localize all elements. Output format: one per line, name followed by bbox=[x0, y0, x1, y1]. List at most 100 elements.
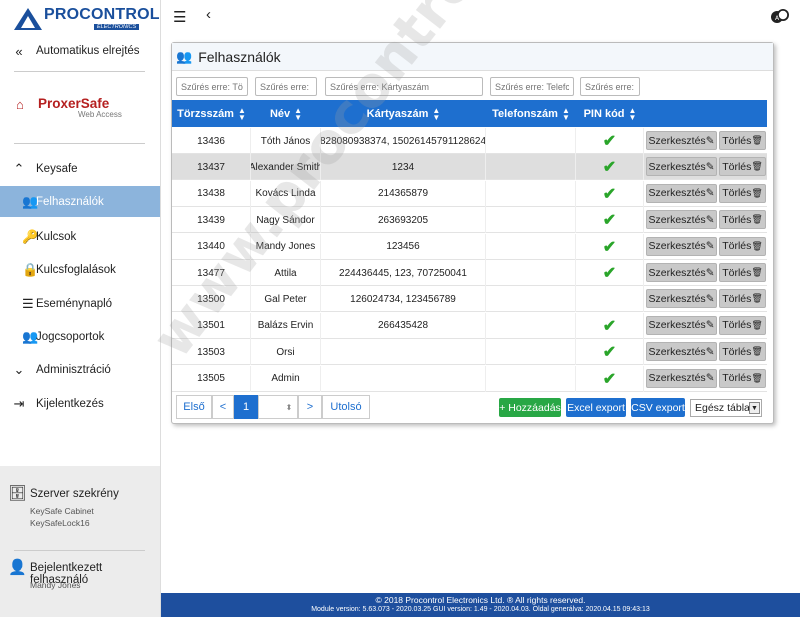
delete-button[interactable]: Törlés 🗑 bbox=[719, 289, 766, 309]
table-row[interactable]: 13503 Orsi ✔ Szerkesztés ✎ Törlés 🗑 bbox=[172, 339, 767, 366]
edit-button[interactable]: Szerkesztés ✎ bbox=[646, 263, 717, 282]
edit-button[interactable]: Szerkesztés ✎ bbox=[646, 157, 717, 177]
edit-button[interactable]: Szerkesztés ✎ bbox=[646, 183, 717, 203]
excel-export-button[interactable]: Excel export bbox=[566, 398, 626, 417]
sidebar-item-eventlog[interactable]: ☰ Eseménynapló bbox=[0, 290, 160, 318]
delete-button[interactable]: Törlés 🗑 bbox=[719, 183, 766, 203]
cell-pin: ✔ bbox=[576, 260, 644, 286]
col-header-pin[interactable]: PIN kód ▲ ▼ bbox=[576, 100, 644, 127]
cell-id: 13501 bbox=[172, 312, 251, 339]
cell-name: Balázs Ervin bbox=[251, 312, 321, 339]
edit-button[interactable]: Szerkesztés ✎ bbox=[646, 236, 717, 256]
trash-icon: 🗑 bbox=[751, 293, 763, 304]
sidebar-group-admin[interactable]: ⌄ Adminisztráció bbox=[0, 357, 160, 383]
divider bbox=[14, 71, 145, 72]
delete-button[interactable]: Törlés 🗑 bbox=[719, 236, 766, 256]
language-icon[interactable]: A bbox=[770, 8, 790, 24]
cell-id: 13477 bbox=[172, 260, 251, 286]
table-row[interactable]: 13501 Balázs Ervin 266435428 ✔ Szerkesztés ✎… bbox=[172, 312, 767, 339]
cell-pin: ✔ bbox=[576, 128, 644, 154]
delete-button[interactable]: Törlés 🗑 bbox=[719, 210, 766, 230]
trash-icon: 🗑 bbox=[751, 240, 763, 251]
checkmark-icon: ✔ bbox=[602, 212, 617, 230]
cell-card: 263693205 bbox=[321, 207, 486, 234]
pager-first[interactable]: Első bbox=[176, 395, 212, 419]
filter-card-input[interactable] bbox=[325, 77, 483, 96]
edit-button[interactable]: Szerkesztés ✎ bbox=[646, 342, 717, 362]
sidebar: PROCONTROL ELECTRONICS « Automatikus elr… bbox=[0, 0, 161, 617]
pager-current[interactable]: 1 bbox=[234, 395, 258, 419]
auto-hide-toggle[interactable]: « Automatikus elrejtés bbox=[0, 38, 160, 64]
group-icon: 👥 bbox=[22, 329, 39, 344]
add-button[interactable]: + Hozzáadás bbox=[499, 398, 561, 417]
col-header-id[interactable]: Törzsszám ▲ ▼ bbox=[172, 100, 251, 127]
csv-export-button[interactable]: CSV export bbox=[631, 398, 685, 417]
users-cog-icon: 👥 bbox=[22, 193, 39, 209]
table-row[interactable]: 13436 Tóth János 828080938374, 15026145791… bbox=[172, 128, 767, 154]
cell-name: Mandy Jones bbox=[251, 233, 321, 260]
hamburger-menu-icon[interactable]: ☰ bbox=[173, 8, 186, 26]
filter-pin-input[interactable] bbox=[580, 77, 640, 96]
pager-next[interactable]: > bbox=[298, 395, 322, 419]
col-header-phone[interactable]: Telefonszám ▲ ▼ bbox=[486, 100, 576, 127]
delete-button[interactable]: Törlés 🗑 bbox=[719, 263, 766, 282]
pencil-icon: ✎ bbox=[705, 213, 715, 226]
auto-hide-label: Automatikus elrejtés bbox=[36, 45, 140, 57]
delete-button[interactable]: Törlés 🗑 bbox=[719, 131, 766, 150]
table-row[interactable]: 13500 Gal Peter 126024734, 123456789 Szerke… bbox=[172, 286, 767, 313]
sort-icon: ▲ ▼ bbox=[628, 105, 637, 122]
export-scope-select[interactable]: Egész tábla ▼ bbox=[690, 399, 762, 417]
delete-button[interactable]: Törlés 🗑 bbox=[719, 315, 766, 335]
delete-button[interactable]: Törlés 🗑 bbox=[719, 157, 766, 177]
checkmark-icon: ✔ bbox=[602, 370, 617, 388]
filter-phone-input[interactable] bbox=[490, 77, 574, 96]
edit-button[interactable]: Szerkesztés ✎ bbox=[646, 289, 717, 309]
table-row[interactable]: 13438 Kovács Linda 214365879 ✔ Szerkesztés ✎… bbox=[172, 180, 767, 207]
checkmark-icon: ✔ bbox=[602, 317, 617, 335]
cell-phone bbox=[486, 128, 576, 154]
checkmark-icon: ✔ bbox=[602, 159, 617, 177]
cell-name: Tóth János bbox=[251, 128, 321, 154]
cell-card: 123456 bbox=[321, 233, 486, 260]
page-stepper[interactable]: ⬍ bbox=[258, 395, 298, 419]
edit-button[interactable]: Szerkesztés ✎ bbox=[646, 368, 717, 388]
filter-name-input[interactable] bbox=[255, 77, 317, 96]
pager-prev[interactable]: < bbox=[212, 395, 234, 419]
table-row[interactable]: 13437 Alexander Smith 1234 ✔ Szerkesztés ✎ Tö… bbox=[172, 154, 767, 181]
cell-phone bbox=[486, 339, 576, 366]
cell-card: 126024734, 123456789 bbox=[321, 286, 486, 313]
edit-button[interactable]: Szerkesztés ✎ bbox=[646, 131, 717, 150]
cell-name: Nagy Sándor bbox=[251, 207, 321, 234]
filter-id-input[interactable] bbox=[176, 77, 248, 96]
edit-button[interactable]: Szerkesztés ✎ bbox=[646, 315, 717, 335]
cell-phone bbox=[486, 365, 576, 392]
table-row[interactable]: 13439 Nagy Sándor 263693205 ✔ Szerkesztés ✎ T… bbox=[172, 207, 767, 234]
back-chevron-icon[interactable]: ‹ bbox=[206, 6, 211, 23]
chevron-up-icon: ⌃ bbox=[13, 161, 25, 176]
table-row[interactable]: 13440 Mandy Jones 123456 ✔ Szerkesztés ✎ Törl… bbox=[172, 233, 767, 260]
sidebar-item-groups[interactable]: 👥 Jogcsoportok bbox=[0, 323, 160, 351]
divider bbox=[14, 550, 145, 551]
cell-pin: ✔ bbox=[576, 207, 644, 234]
cell-phone bbox=[486, 207, 576, 234]
cell-pin: ✔ bbox=[576, 180, 644, 207]
table-row[interactable]: 13505 Admin ✔ Szerkesztés ✎ Törlés 🗑 bbox=[172, 365, 767, 392]
pencil-icon: ✎ bbox=[705, 187, 715, 200]
version-info: Module version: 5.63.073 - 2020.03.25 GU… bbox=[311, 606, 650, 613]
sidebar-group-keysafe[interactable]: ⌃ Keysafe bbox=[0, 156, 160, 182]
delete-button[interactable]: Törlés 🗑 bbox=[719, 368, 766, 388]
logout-link[interactable]: ⇥ Kijelentkezés bbox=[0, 391, 160, 417]
delete-button[interactable]: Törlés 🗑 bbox=[719, 342, 766, 362]
pager-last[interactable]: Utolsó bbox=[322, 395, 370, 419]
edit-button[interactable]: Szerkesztés ✎ bbox=[646, 210, 717, 230]
col-header-name[interactable]: Név ▲ ▼ bbox=[251, 100, 321, 127]
trash-icon: 🗑 bbox=[751, 161, 763, 172]
sidebar-item-keys[interactable]: 🔑 Kulcsok bbox=[0, 223, 160, 251]
table-row[interactable]: 13477 Attila 224436445, 123, 707250041 ✔ Sze… bbox=[172, 260, 767, 286]
sidebar-item-reservations[interactable]: 🔒 Kulcsfoglalások bbox=[0, 256, 160, 284]
sidebar-item-users[interactable]: 👥 Felhasználók bbox=[0, 186, 160, 217]
server-line: KeySafe Cabinet bbox=[30, 506, 94, 516]
cell-id: 13500 bbox=[172, 286, 251, 313]
proxer-sub: Web Access bbox=[78, 110, 122, 119]
col-header-card[interactable]: Kártyaszám ▲ ▼ bbox=[321, 100, 486, 127]
